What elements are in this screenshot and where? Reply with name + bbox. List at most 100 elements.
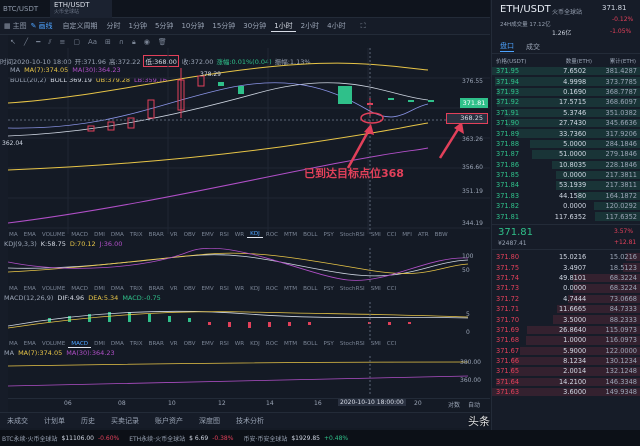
- auto-scale-button[interactable]: 自动: [468, 400, 480, 409]
- buy-row[interactable]: 371.64 14.2100 146.3348: [492, 377, 640, 387]
- sell-row[interactable]: 371.90 27.7430 345.6636: [492, 118, 640, 128]
- current-price-tag: 371.81: [460, 98, 488, 108]
- annotation-text: 已到达目标点位368: [304, 167, 404, 180]
- sell-row[interactable]: 371.87 51.0000 279.1846: [492, 149, 640, 159]
- mid-price: 371.81: [498, 227, 533, 238]
- boll-mid-line: [8, 82, 429, 137]
- period-5[interactable]: 30分钟: [240, 21, 269, 31]
- sell-row[interactable]: 371.82 0.0000 120.0292: [492, 201, 640, 211]
- chart-toolbar: ▦ 主图 ✎ 画线 自定义周期 分时 1分钟 5分钟 10分钟 15分钟 30分…: [0, 18, 490, 35]
- arrow-icon[interactable]: ↖: [10, 38, 16, 46]
- header-rate: 1.26亿: [552, 30, 572, 37]
- sell-row[interactable]: 371.84 53.1939 217.3811: [492, 180, 640, 190]
- sell-row[interactable]: 371.92 17.5715 368.6097: [492, 97, 640, 107]
- buy-row[interactable]: 371.65 2.0014 132.1248: [492, 366, 640, 376]
- draw-button[interactable]: 画线: [39, 21, 53, 31]
- measure-icon[interactable]: ⊞: [105, 38, 111, 46]
- period-6[interactable]: 1小时: [271, 21, 296, 32]
- buy-orders: 371.80 15.0216 15.0216 371.75 3.4907 18.5123 3…: [492, 252, 640, 397]
- buy-row[interactable]: 371.73 0.0000 68.3224: [492, 283, 640, 293]
- sell-row[interactable]: 371.85 0.0000 217.3811: [492, 170, 640, 180]
- pen-icon[interactable]: ✎: [31, 22, 37, 30]
- main-chart[interactable]: [8, 48, 490, 234]
- buy-row[interactable]: 371.74 49.8101 68.3224: [492, 273, 640, 283]
- header-change: -0.12%: [612, 16, 634, 23]
- tab-history[interactable]: 历史: [78, 416, 98, 426]
- buy-row[interactable]: 371.68 1.0000 116.0973: [492, 335, 640, 345]
- lock-icon[interactable]: 🔒︎: [132, 38, 136, 47]
- text-icon[interactable]: Aa: [88, 38, 97, 46]
- buy-row[interactable]: 371.67 5.9000 122.0000: [492, 346, 640, 356]
- sub-ma-chart[interactable]: [8, 356, 490, 396]
- buy-row[interactable]: 371.69 26.8640 115.0973: [492, 325, 640, 335]
- sell-row[interactable]: 371.88 5.0000 284.1846: [492, 139, 640, 149]
- period-2[interactable]: 5分钟: [152, 21, 176, 31]
- sell-row[interactable]: 371.89 33.7360 317.9206: [492, 128, 640, 138]
- period-0[interactable]: 分时: [104, 21, 124, 31]
- tab-btc-usdt[interactable]: BTC/USDT: [0, 5, 50, 13]
- period-3[interactable]: 10分钟: [178, 21, 207, 31]
- buy-row[interactable]: 371.66 8.1234 130.1234: [492, 356, 640, 366]
- tab-analysis[interactable]: 技术分析: [233, 416, 267, 426]
- kdj-d-line: [8, 252, 469, 274]
- buy-row[interactable]: 371.63 3.6000 149.9348: [492, 387, 640, 397]
- buy-row[interactable]: 371.72 4.7444 73.0668: [492, 294, 640, 304]
- hline-icon[interactable]: ━: [36, 38, 40, 46]
- buy-row[interactable]: 371.80 15.0216 15.0216: [492, 252, 640, 262]
- buy-row[interactable]: 371.75 3.4907 18.5123: [492, 262, 640, 272]
- boll-lower-line: [8, 122, 429, 171]
- log-scale-button[interactable]: 对数: [448, 400, 460, 409]
- exchange-label: 火币全球站: [552, 9, 583, 16]
- kdj-axis: 100 50: [462, 253, 474, 274]
- low-price-tag: 362.04: [2, 140, 23, 147]
- shape-icon[interactable]: ▢: [73, 38, 80, 46]
- sell-orders: 371.95 7.6502 381.4287 371.94 4.9998 373.7785…: [492, 66, 640, 222]
- mid-diff: +12.81: [614, 239, 637, 246]
- time-axis: 06 08 10 12 14 16 2020-10-10 18:00:00 20…: [8, 398, 490, 409]
- period-1[interactable]: 1分钟: [126, 21, 150, 31]
- buy-row[interactable]: 371.71 11.6665 84.7333: [492, 304, 640, 314]
- mid-pct: 3.57%: [614, 228, 634, 235]
- fib-icon[interactable]: ≡: [59, 38, 65, 46]
- main-price-axis: 376.55 363.26 356.60 351.19 344.19: [462, 78, 483, 227]
- magnet-icon[interactable]: ∩: [119, 38, 124, 46]
- tab-eth-usdt[interactable]: ETH/USDT 火币全球站: [50, 0, 112, 18]
- sell-row[interactable]: 371.81 117.6352 117.6352: [492, 211, 640, 221]
- tab-plan-orders[interactable]: 计划单: [41, 416, 68, 426]
- sell-row[interactable]: 371.95 7.6502 381.4287: [492, 66, 640, 76]
- tab-depth[interactable]: 深度图: [196, 416, 223, 426]
- tab-trades[interactable]: 买卖记录: [108, 416, 142, 426]
- grid-icon[interactable]: ▦: [4, 22, 11, 30]
- layout-button[interactable]: 主图: [13, 21, 27, 31]
- buy-row[interactable]: 371.70 3.5000 88.2333: [492, 314, 640, 324]
- period-7[interactable]: 2小时: [298, 21, 322, 31]
- sell-row[interactable]: 371.91 5.3746 351.0382: [492, 108, 640, 118]
- tab-assets[interactable]: 账户资产: [152, 416, 186, 426]
- eye-icon[interactable]: ◉: [144, 38, 150, 46]
- tab-trades-list[interactable]: 成交: [526, 42, 540, 52]
- custom-period-button[interactable]: 自定义周期: [63, 21, 98, 31]
- period-8[interactable]: 4小时: [324, 21, 348, 31]
- period-4[interactable]: 15分钟: [209, 21, 238, 31]
- book-tabs: 盘口 成交: [492, 40, 640, 54]
- tab-orderbook[interactable]: 盘口: [500, 41, 514, 52]
- indicator-row-1: MA EMA VOLUME MACD DMI DMA TRIX BRAR VR …: [9, 231, 448, 238]
- tab-open-orders[interactable]: 未成交: [4, 416, 31, 426]
- channel-icon[interactable]: ⫽: [48, 38, 51, 47]
- volume-24h: 24H成交量 17.12亿: [500, 22, 551, 28]
- sub-ma-axis: 380.00 360.00: [460, 359, 481, 384]
- cursor-time: 2020-10-10 18:00:00: [338, 399, 406, 406]
- kdj-chart[interactable]: [8, 248, 490, 284]
- fullscreen-icon[interactable]: ⛶: [361, 22, 366, 31]
- sell-row[interactable]: 371.93 0.1690 368.7787: [492, 87, 640, 97]
- top-tab-bar: BTC/USDT ETH/USDT 火币全球站: [0, 0, 490, 18]
- sell-row[interactable]: 371.83 44.1580 164.1872: [492, 191, 640, 201]
- macd-axis: 50: [466, 311, 470, 336]
- sell-row[interactable]: 371.94 4.9998 373.7785: [492, 76, 640, 86]
- macd-chart[interactable]: [8, 302, 490, 340]
- trash-icon[interactable]: 🗑︎: [158, 38, 167, 46]
- line-icon[interactable]: ╱: [24, 38, 28, 46]
- sell-row[interactable]: 371.86 10.8035 228.1846: [492, 160, 640, 170]
- high-price-tag: 378.29: [200, 71, 221, 78]
- header-change-2: -1.05%: [610, 28, 632, 35]
